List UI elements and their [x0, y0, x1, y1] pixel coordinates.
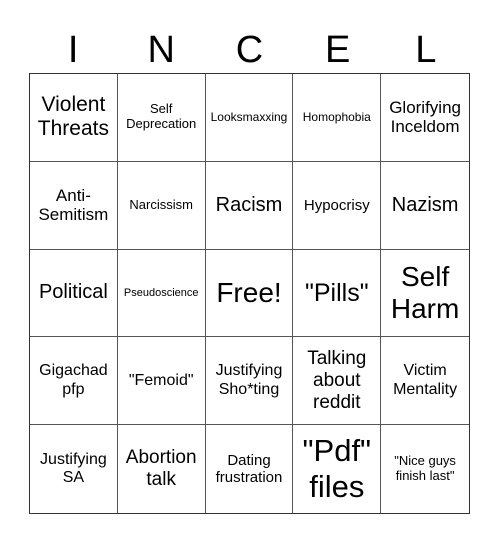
header-letter-e: E [324, 29, 351, 71]
header-letter-i: I [67, 29, 79, 71]
free-space-cell[interactable]: Free! [205, 249, 294, 338]
bingo-cell[interactable]: Justifying Sho*ting [205, 337, 294, 426]
bingo-cell[interactable]: Anti-Semitism [30, 161, 118, 250]
bingo-cell[interactable]: "Femoid" [117, 337, 206, 426]
bingo-cell[interactable]: Political [30, 249, 118, 338]
bingo-cell[interactable]: Self Harm [381, 250, 469, 338]
bingo-cell[interactable]: "Pdf" files [293, 425, 382, 513]
bingo-cell[interactable]: Self Deprecation [117, 74, 206, 162]
bingo-grid: Violent Threats Self Deprecation Looksma… [29, 73, 470, 514]
header-letter-l: L [415, 29, 437, 71]
bingo-header: I N C E L [29, 28, 470, 73]
bingo-cell[interactable]: Talking about reddit [293, 337, 382, 426]
bingo-cell[interactable]: Abortion talk [118, 425, 206, 513]
bingo-cell[interactable]: "Pills" [293, 249, 382, 338]
bingo-cell[interactable]: Racism [205, 161, 294, 250]
bingo-cell[interactable]: Nazism [381, 162, 469, 250]
bingo-cell[interactable]: Violent Threats [30, 74, 118, 162]
bingo-cell[interactable]: Narcissism [117, 161, 206, 250]
bingo-cell[interactable]: Hypocrisy [293, 161, 382, 250]
bingo-cell[interactable]: Gigachad pfp [30, 337, 118, 426]
bingo-cell[interactable]: Looksmaxxing [205, 74, 294, 162]
bingo-cell[interactable]: Dating frustration [206, 425, 294, 513]
bingo-cell[interactable]: Glorifying Inceldom [381, 74, 469, 162]
header-letter-c: C [235, 29, 264, 71]
bingo-cell[interactable]: Homophobia [293, 74, 382, 162]
bingo-cell[interactable]: "Nice guys finish last" [381, 425, 469, 513]
bingo-cell[interactable]: Justifying SA [30, 425, 118, 513]
bingo-cell[interactable]: Pseudoscience [117, 249, 206, 338]
bingo-cell[interactable]: Victim Mentality [381, 337, 469, 426]
header-letter-n: N [147, 29, 175, 71]
